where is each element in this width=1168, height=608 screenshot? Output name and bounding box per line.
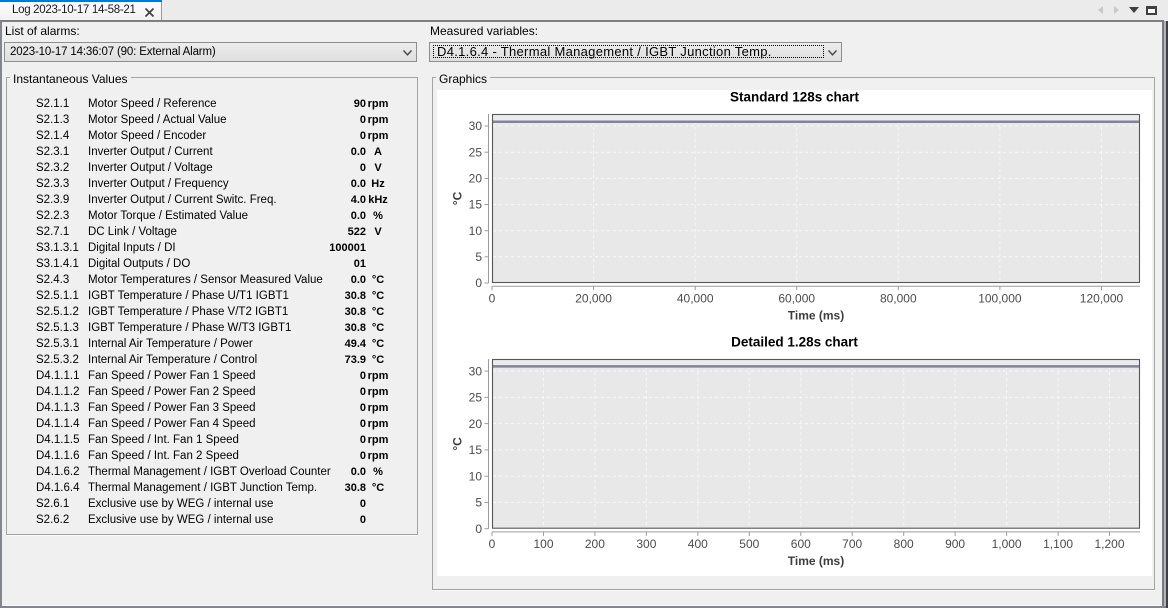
svg-text:1,000: 1,000 [992,537,1022,551]
svg-text:100,000: 100,000 [978,292,1022,306]
svg-text:0: 0 [489,537,496,551]
svg-text:40,000: 40,000 [677,292,714,306]
svg-text:100: 100 [533,537,553,551]
svg-text:200: 200 [585,537,605,551]
svg-text:20,000: 20,000 [575,292,612,306]
svg-text:Time (ms): Time (ms) [788,554,844,568]
svg-text:60,000: 60,000 [778,292,815,306]
svg-text:5: 5 [475,250,482,264]
svg-text:600: 600 [791,537,811,551]
svg-text:25: 25 [469,145,483,159]
svg-text:25: 25 [469,391,483,405]
svg-text:°C: °C [451,191,465,205]
svg-text:10: 10 [469,469,483,483]
svg-text:1,100: 1,100 [1043,537,1073,551]
svg-text:1,200: 1,200 [1094,537,1124,551]
svg-text:Standard 128s chart: Standard 128s chart [730,90,860,105]
svg-text:15: 15 [469,443,483,457]
svg-text:0: 0 [475,522,482,536]
svg-text:80,000: 80,000 [880,292,917,306]
svg-text:10: 10 [469,224,483,238]
svg-text:800: 800 [894,537,914,551]
svg-text:900: 900 [945,537,965,551]
svg-text:Detailed 1.28s chart: Detailed 1.28s chart [731,335,858,350]
svg-text:0: 0 [475,276,482,290]
svg-text:20: 20 [469,172,483,186]
svg-text:30: 30 [469,364,483,378]
svg-text:Time (ms): Time (ms) [788,309,844,323]
svg-text:°C: °C [451,437,465,451]
svg-text:300: 300 [636,537,656,551]
svg-text:15: 15 [469,198,483,212]
svg-text:20: 20 [469,417,483,431]
svg-text:30: 30 [469,119,483,133]
svg-text:5: 5 [475,496,482,510]
svg-text:120,000: 120,000 [1080,292,1124,306]
svg-text:500: 500 [739,537,759,551]
svg-text:400: 400 [688,537,708,551]
svg-text:700: 700 [842,537,862,551]
svg-text:0: 0 [489,292,496,306]
